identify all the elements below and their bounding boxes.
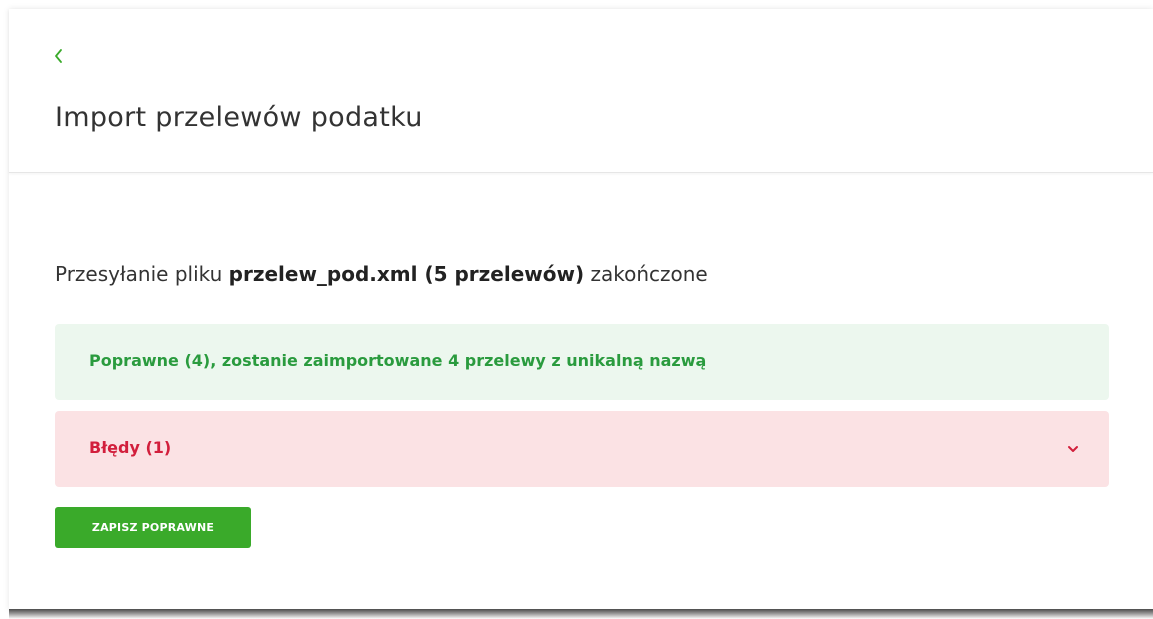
upload-status: Przesyłanie pliku przelew_pod.xml (5 prz… [55,262,708,286]
page-title: Import przelewów podatku [55,102,423,133]
success-message: Poprawne (4), zostanie zaimportowane 4 p… [89,351,707,370]
errors-panel[interactable]: Błędy (1) [55,411,1109,487]
bottom-shadow [9,609,1153,619]
success-panel: Poprawne (4), zostanie zaimportowane 4 p… [55,324,1109,400]
content-card: Import przelewów podatku Przesyłanie pli… [9,9,1153,610]
upload-status-prefix: Przesyłanie pliku [55,262,223,286]
save-valid-button[interactable]: ZAPISZ POPRAWNE [55,507,251,548]
upload-file-info: przelew_pod.xml (5 przelewów) [228,262,585,286]
expand-errors-toggle[interactable] [1067,444,1079,454]
chevron-left-icon [55,49,62,63]
errors-label: Błędy (1) [89,438,172,457]
chevron-down-icon [1068,446,1078,452]
page-header: Import przelewów podatku [9,9,1153,173]
back-button[interactable] [52,47,66,65]
upload-status-suffix: zakończone [590,262,708,286]
